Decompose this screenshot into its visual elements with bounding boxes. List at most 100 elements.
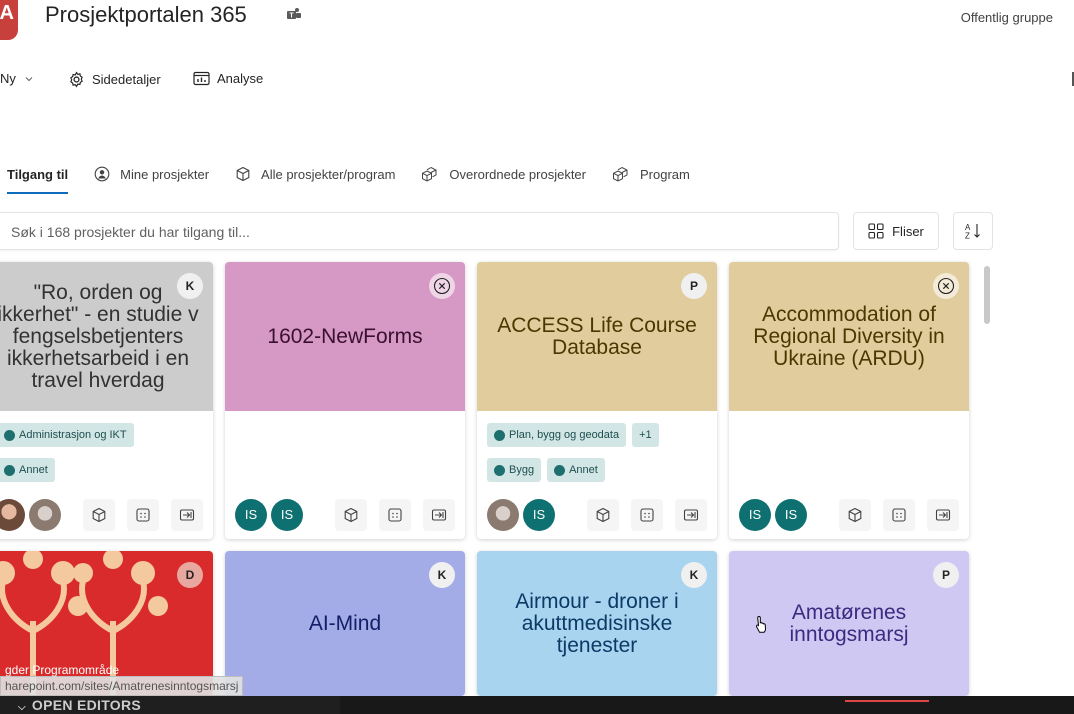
page-details-button[interactable]: Sidedetaljer — [68, 71, 161, 88]
view-tiles-label: Fliser — [892, 223, 924, 239]
cube-icon — [596, 507, 610, 522]
arrow-enter-icon — [935, 508, 951, 521]
active-indicator — [845, 700, 929, 702]
scrollbar[interactable] — [980, 262, 994, 696]
avatar[interactable]: IS — [775, 498, 807, 531]
globe-icon — [4, 429, 15, 441]
project-card[interactable]: AI-Mind K — [225, 551, 465, 696]
open-project-button[interactable] — [83, 498, 115, 531]
view-tiles-button[interactable]: Fliser — [853, 212, 939, 250]
card-hero: "Ro, orden og ikkerhet" - en studie v fe… — [0, 262, 213, 411]
card-title: "Ro, orden og ikkerhet" - en studie v fe… — [0, 280, 199, 392]
project-card[interactable]: "Ro, orden og ikkerhet" - en studie v fe… — [0, 262, 213, 539]
avatar[interactable] — [0, 498, 25, 531]
card-title: ACCESS Life Course Database — [497, 313, 697, 359]
card-badge: K — [177, 273, 203, 299]
card-badge: D — [177, 562, 203, 588]
svg-text:T: T — [289, 13, 294, 20]
go-to-project-button[interactable] — [423, 498, 455, 531]
close-icon[interactable] — [429, 273, 455, 299]
go-to-project-button[interactable] — [171, 498, 203, 531]
open-editors-header[interactable]: ⌵ OPEN EDITORS — [18, 697, 141, 713]
analytics-icon — [193, 71, 210, 86]
project-info-button[interactable] — [631, 498, 663, 531]
tab-parent-projects[interactable]: Overordnede prosjekter — [421, 164, 586, 184]
sort-button[interactable]: AZ — [953, 212, 993, 250]
card-badge: K — [681, 562, 707, 588]
teams-icon[interactable]: T — [286, 6, 302, 22]
close-icon[interactable] — [933, 273, 959, 299]
project-card[interactable]: ACCESS Life Course Database P Plan, bygg… — [477, 262, 717, 539]
open-project-button[interactable] — [335, 498, 367, 531]
card-tags — [225, 411, 465, 490]
project-tabs: Tilgang til Mine prosjekter Alle prosjek… — [0, 164, 716, 196]
project-info-button[interactable] — [127, 498, 159, 531]
tab-access[interactable]: Tilgang til — [7, 164, 69, 194]
card-tags — [729, 411, 969, 490]
list-icon — [892, 507, 906, 522]
card-title: Accommodation of Regional Diversity in U… — [753, 302, 945, 370]
project-card[interactable]: Airmour - droner i akuttmedisinske tjene… — [477, 551, 717, 696]
tag-icon — [554, 464, 566, 476]
open-project-button[interactable] — [839, 498, 871, 531]
project-card[interactable]: Accommodation of Regional Diversity in U… — [729, 262, 969, 539]
more-tags-chip[interactable]: +1 — [632, 423, 659, 447]
avatar[interactable] — [29, 498, 61, 531]
chevron-down-icon — [25, 76, 33, 81]
card-title: Airmour - droner i akuttmedisinske tjene… — [515, 589, 679, 657]
search-input[interactable]: Søk i 168 prosjekter du har tilgang til.… — [0, 212, 839, 250]
project-info-button[interactable] — [379, 498, 411, 531]
gear-icon — [70, 71, 83, 88]
card-actions — [587, 498, 707, 531]
go-to-project-button[interactable] — [675, 498, 707, 531]
cubes-icon — [422, 167, 437, 182]
new-button[interactable]: Ny — [0, 71, 34, 86]
svg-text:Z: Z — [965, 232, 970, 241]
avatar[interactable]: IS — [523, 498, 555, 531]
card-actions — [83, 498, 203, 531]
list-icon — [136, 507, 150, 522]
arrow-enter-icon — [179, 508, 195, 521]
cube-icon — [236, 166, 250, 182]
status-url-tooltip: gder Programområde harepoint.com/sites/Am… — [0, 663, 244, 696]
tag-chip[interactable]: Annet — [0, 458, 55, 482]
card-actions — [839, 498, 959, 531]
list-icon — [640, 507, 654, 522]
tab-my-projects[interactable]: Mine prosjekter — [94, 164, 209, 184]
cube-icon — [344, 507, 358, 522]
analytics-label: Analyse — [217, 71, 264, 86]
card-title: 1602-NewForms — [267, 324, 423, 348]
site-logo[interactable]: A — [0, 0, 18, 40]
scrollbar-thumb[interactable] — [984, 266, 990, 324]
project-card[interactable]: 1602-NewForms IS IS — [225, 262, 465, 539]
avatar[interactable]: IS — [271, 498, 303, 531]
avatar[interactable]: IS — [235, 498, 267, 531]
sort-az-icon: AZ — [965, 223, 980, 241]
card-title: Amatørenes inntogsmarsj — [789, 600, 909, 646]
tag-chip[interactable]: Annet — [547, 458, 605, 482]
avatar[interactable]: IS — [739, 498, 771, 531]
tag-chip[interactable]: Bygg — [487, 458, 542, 482]
open-project-button[interactable] — [587, 498, 619, 531]
card-footer: IS IS — [225, 490, 465, 539]
card-hero: Accommodation of Regional Diversity in U… — [729, 262, 969, 411]
tab-program[interactable]: Program — [612, 164, 690, 184]
card-hero: Airmour - droner i akuttmedisinske tjene… — [477, 551, 717, 696]
project-info-button[interactable] — [883, 498, 915, 531]
list-icon — [388, 507, 402, 522]
avatar[interactable] — [487, 498, 519, 531]
tag-chip[interactable]: Administrasjon og IKT — [0, 423, 134, 447]
page-details-label: Sidedetaljer — [92, 72, 161, 87]
card-tags: Administrasjon og IKT Annet — [0, 411, 213, 490]
card-footer — [0, 490, 213, 539]
cube-icon — [92, 507, 106, 522]
arrow-enter-icon — [431, 508, 447, 521]
site-title[interactable]: Prosjektportalen 365 — [45, 2, 247, 28]
analytics-button[interactable]: Analyse — [193, 71, 263, 86]
go-to-project-button[interactable] — [927, 498, 959, 531]
tag-chip[interactable]: Plan, bygg og geodata — [487, 423, 627, 447]
card-hero: ACCESS Life Course Database P — [477, 262, 717, 411]
arrow-enter-icon — [683, 508, 699, 521]
card-footer: IS IS — [729, 490, 969, 539]
tab-all-projects[interactable]: Alle prosjekter/program — [235, 164, 395, 184]
